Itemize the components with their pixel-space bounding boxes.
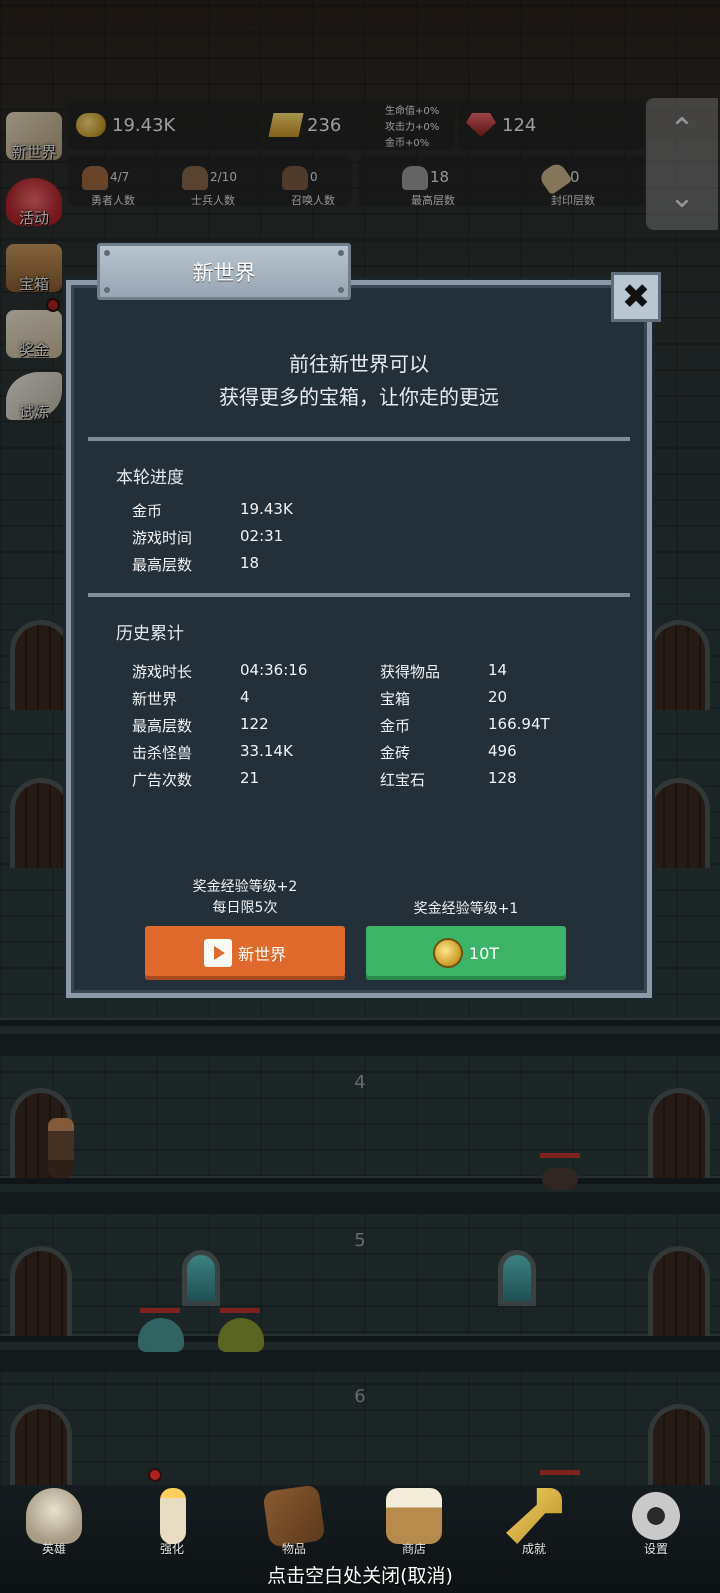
key-icon xyxy=(506,1488,562,1544)
coin-reward-note: 奖金经验等级+1 xyxy=(413,901,519,917)
stat-label: 金币 xyxy=(132,502,163,520)
gear-icon xyxy=(628,1488,684,1544)
rivet xyxy=(104,287,110,293)
dialog-title-plate: 新世界 xyxy=(97,243,351,300)
book-icon xyxy=(262,1484,326,1548)
intro-line-1: 前往新世界可以 xyxy=(289,352,429,376)
stat-label: 获得物品 xyxy=(380,663,441,681)
stat-value: 33.14K xyxy=(240,742,293,760)
stat-label: 游戏时间 xyxy=(132,529,193,547)
tap-to-close-hint: 点击空白处关闭(取消) xyxy=(267,1565,453,1587)
candle-icon xyxy=(160,1488,186,1544)
stat-value: 128 xyxy=(488,769,517,787)
divider xyxy=(88,593,630,597)
skull-icon xyxy=(26,1488,82,1544)
nav-settings[interactable]: 设置 xyxy=(606,1488,706,1560)
rivet xyxy=(338,287,344,293)
video-icon xyxy=(203,939,232,967)
stat-value: 4 xyxy=(240,688,250,706)
dialog-title: 新世界 xyxy=(192,260,256,285)
history-title: 历史累计 xyxy=(116,624,184,644)
stat-label: 广告次数 xyxy=(132,771,193,789)
stat-value: 496 xyxy=(488,742,517,760)
stat-value: 21 xyxy=(240,769,260,787)
nav-shop[interactable]: 商店 xyxy=(364,1488,464,1560)
stat-label: 金币 xyxy=(380,717,411,735)
nav-upgrade[interactable]: 强化 xyxy=(122,1488,222,1560)
intro-line-2: 获得更多的宝箱，让你走的更远 xyxy=(219,385,499,409)
stat-value: 20 xyxy=(488,688,508,706)
nav-hero[interactable]: 英雄 xyxy=(4,1488,104,1560)
watch-ad-new-world-button[interactable]: 新世界 xyxy=(145,926,345,980)
stat-label: 击杀怪兽 xyxy=(132,744,193,762)
rivet xyxy=(338,250,344,256)
stat-label: 金砖 xyxy=(380,744,411,762)
stat-value: 122 xyxy=(240,715,269,733)
mug-icon xyxy=(386,1488,442,1544)
gold-coin-icon xyxy=(432,938,463,968)
close-icon: ✖ xyxy=(621,277,651,317)
stat-value: 19.43K xyxy=(240,500,293,518)
notification-dot xyxy=(148,1468,162,1482)
ad-reward-note: 奖金经验等级+2 每日限5次 xyxy=(192,879,298,916)
stat-value: 02:31 xyxy=(240,527,284,545)
stat-label: 红宝石 xyxy=(380,771,426,789)
stat-value: 14 xyxy=(488,661,508,679)
pay-coin-new-world-button[interactable]: 10T xyxy=(366,926,566,980)
close-button[interactable]: ✖ xyxy=(611,272,661,322)
stat-label: 最高层数 xyxy=(132,556,193,574)
stat-value: 04:36:16 xyxy=(240,661,308,679)
stat-label: 游戏时长 xyxy=(132,663,193,681)
divider xyxy=(88,437,630,441)
stat-label: 宝箱 xyxy=(380,690,411,708)
stat-value: 18 xyxy=(240,554,260,572)
stat-label: 最高层数 xyxy=(132,717,193,735)
nav-items[interactable]: 物品 xyxy=(244,1484,344,1560)
nav-achievements[interactable]: 成就 xyxy=(484,1488,584,1560)
stat-value: 166.94T xyxy=(488,715,550,733)
rivet xyxy=(104,250,110,256)
stat-label: 新世界 xyxy=(132,690,178,708)
current-progress-title: 本轮进度 xyxy=(116,468,184,488)
